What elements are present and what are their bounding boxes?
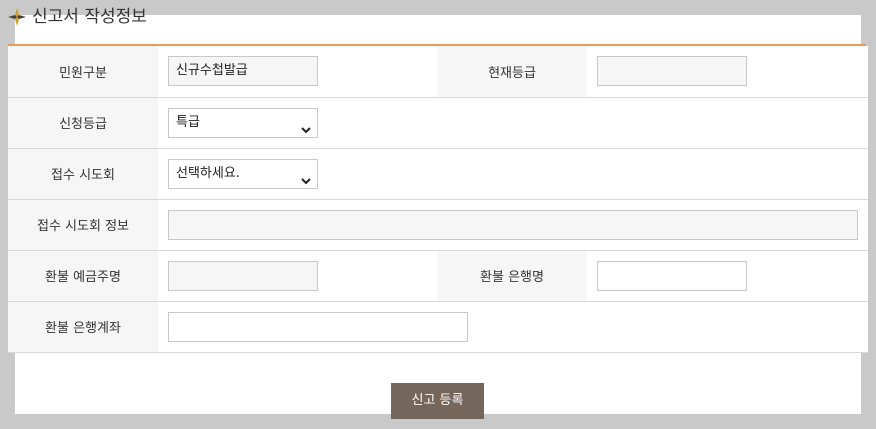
current-grade-field [597, 56, 747, 87]
row-apply-grade: 신청등급 특급 [8, 97, 868, 149]
reception-info-label: 접수 시도회 정보 [8, 199, 158, 251]
section-header: 신고서 작성정보 [8, 0, 866, 46]
refund-holder-label: 환불 예금주명 [8, 250, 158, 302]
refund-account-input[interactable] [168, 311, 468, 342]
chevron-down-icon [301, 118, 311, 133]
reception-info-field [168, 209, 858, 240]
row-refund-holder: 환불 예금주명 환불 은행명 [8, 250, 868, 302]
submit-report-button[interactable]: 신고 등록 [391, 383, 484, 419]
section-title: 신고서 작성정보 [32, 7, 147, 27]
apply-grade-select[interactable]: 특급 [168, 107, 318, 138]
compass-star-icon [8, 8, 26, 26]
chevron-down-icon [301, 169, 311, 184]
refund-bank-label: 환불 은행명 [437, 250, 587, 302]
apply-grade-label: 신청등급 [8, 97, 158, 149]
refund-holder-field [168, 260, 318, 291]
civil-type-field: 신규수첩발급 [168, 56, 318, 87]
apply-grade-selected: 특급 [176, 114, 200, 130]
reception-city-selected: 선택하세요. [176, 165, 240, 181]
refund-account-label: 환불 은행계좌 [8, 301, 158, 353]
row-refund-account: 환불 은행계좌 [8, 301, 868, 353]
reception-city-label: 접수 시도회 [8, 148, 158, 200]
reception-city-select[interactable]: 선택하세요. [168, 158, 318, 189]
refund-bank-input[interactable] [597, 260, 747, 291]
row-civil-type: 민원구분 신규수첩발급 현재등급 [8, 46, 868, 98]
form-table: 민원구분 신규수첩발급 현재등급 신청등급 특급 접수 시도회 선택하세요. 접… [8, 46, 868, 353]
row-reception-info: 접수 시도회 정보 [8, 199, 868, 251]
row-reception-city: 접수 시도회 선택하세요. [8, 148, 868, 200]
current-grade-label: 현재등급 [437, 46, 587, 98]
civil-type-label: 민원구분 [8, 46, 158, 98]
